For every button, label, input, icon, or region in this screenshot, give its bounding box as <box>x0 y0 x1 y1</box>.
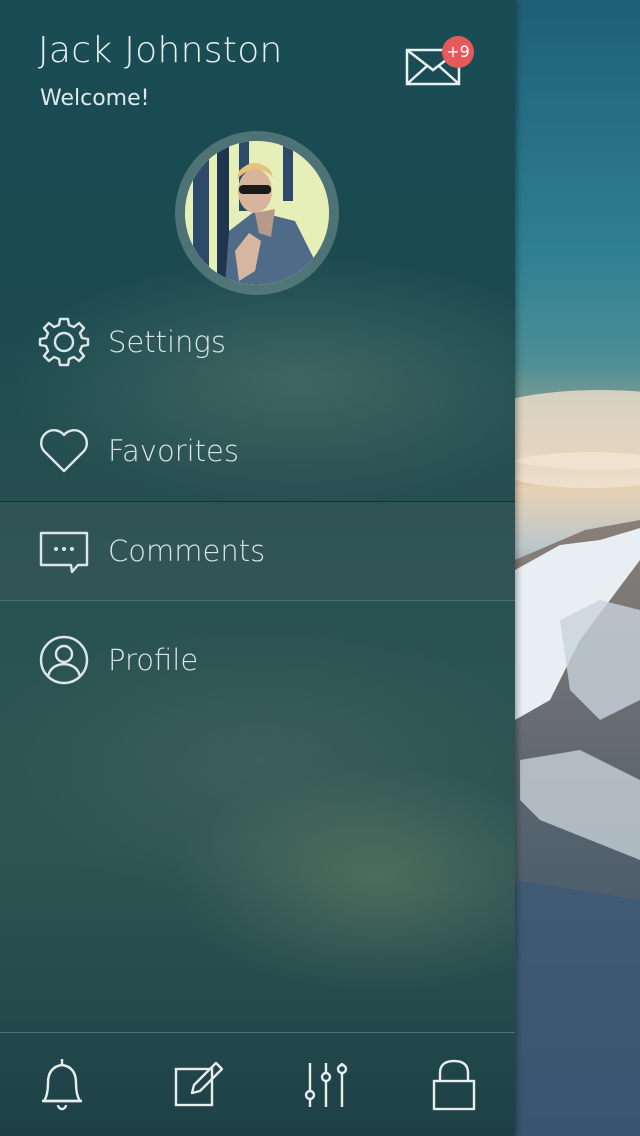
bell-icon <box>42 1059 82 1111</box>
user-circle-icon <box>38 634 90 686</box>
gear-icon <box>38 316 90 368</box>
avatar-photo <box>185 141 329 285</box>
menu-label-profile: Profile <box>108 643 199 677</box>
lock-icon <box>432 1059 476 1111</box>
menu-item-profile[interactable]: Profile <box>0 610 515 710</box>
side-drawer: Jack Johnston Welcome! +9 Settings Favor… <box>0 0 515 1136</box>
compose-button[interactable] <box>170 1055 226 1113</box>
menu-label-settings: Settings <box>108 325 226 359</box>
menu-item-comments[interactable]: Comments <box>0 501 515 601</box>
avatar-button[interactable] <box>175 131 339 295</box>
avatar <box>185 141 329 285</box>
notifications-button[interactable] <box>34 1055 90 1113</box>
sliders-icon <box>304 1063 348 1107</box>
menu-item-settings[interactable]: Settings <box>0 292 515 392</box>
filters-button[interactable] <box>298 1055 354 1113</box>
menu-label-favorites: Favorites <box>108 434 239 468</box>
menu-label-comments: Comments <box>108 534 266 568</box>
compose-icon <box>174 1061 224 1107</box>
menu-item-favorites[interactable]: Favorites <box>0 401 515 501</box>
lock-button[interactable] <box>426 1055 482 1113</box>
welcome-text: Welcome! <box>40 86 150 111</box>
user-name: Jack Johnston <box>38 30 283 71</box>
notification-badge: +9 <box>442 36 474 68</box>
bottom-toolbar <box>0 1032 515 1136</box>
heart-icon <box>38 425 90 477</box>
comment-icon <box>38 525 90 577</box>
